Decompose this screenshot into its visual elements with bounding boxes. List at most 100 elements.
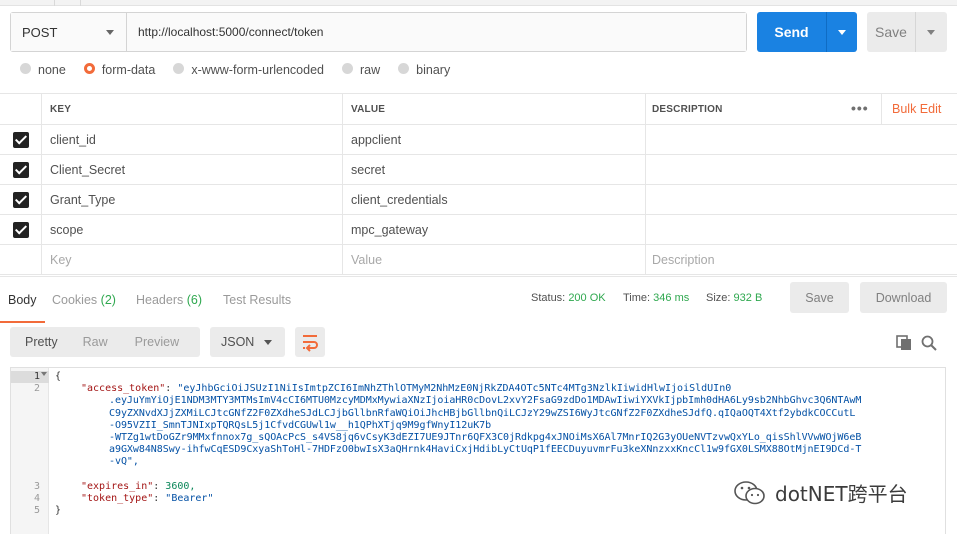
token-continuation: -WTZg1wtDoGZr9MMxfnnox7g_sQOAcPcS_s4VS8j…	[109, 431, 862, 443]
wrap-lines-icon	[303, 335, 318, 352]
value-input[interactable]: client_credentials	[343, 185, 646, 214]
status-value: 200 OK	[568, 292, 606, 304]
key-input[interactable]: Client_Secret	[42, 155, 343, 184]
radio-dot	[83, 62, 95, 74]
watermark: dotNET跨平台	[733, 478, 908, 507]
tab-headers[interactable]: Headers (6)	[136, 293, 202, 307]
size-label: Size:	[706, 292, 731, 304]
search-icon[interactable]	[921, 335, 937, 351]
method-select[interactable]: POST	[11, 13, 127, 51]
send-options-dropdown[interactable]	[826, 12, 857, 52]
table-header: KEY VALUE DESCRIPTION ••• Bulk Edit	[0, 94, 957, 125]
new-value-input[interactable]: Value	[343, 245, 646, 274]
response-body-editor[interactable]: 1 2 3 4 5 { "access_token": "eyJhbGciOiJ…	[10, 367, 946, 534]
radio-form-data[interactable]: form-data	[83, 62, 156, 77]
value-input[interactable]: secret	[343, 155, 646, 184]
table-row: Client_Secret secret	[0, 155, 957, 185]
key-input[interactable]: scope	[42, 215, 343, 244]
header-value: VALUE	[343, 94, 646, 124]
status-readout: Status: 200 OK	[531, 292, 606, 304]
row-checkbox-cell	[0, 245, 42, 274]
row-checkbox-cell	[0, 125, 42, 154]
code-line: "expires_in": 3600,	[81, 481, 196, 492]
checkbox[interactable]	[12, 131, 29, 148]
more-options-icon[interactable]: •••	[851, 100, 869, 116]
line-number: 2	[33, 383, 40, 394]
checkbox[interactable]	[12, 161, 29, 178]
tab-cookies[interactable]: Cookies (2)	[52, 293, 116, 307]
checkbox[interactable]	[12, 221, 29, 238]
radio-dot	[173, 62, 185, 74]
radio-label: none	[38, 63, 66, 77]
save-options-dropdown[interactable]	[915, 12, 947, 52]
radio-raw[interactable]: raw	[342, 62, 380, 77]
view-pretty[interactable]: Pretty	[25, 335, 58, 349]
headers-count: (6)	[186, 293, 203, 307]
status-label: Status:	[531, 292, 566, 304]
description-input[interactable]	[646, 215, 957, 244]
description-input[interactable]	[646, 125, 957, 154]
fold-arrow-icon[interactable]	[41, 372, 47, 376]
wrap-lines-button[interactable]	[295, 327, 325, 357]
token-continuation: .eyJuYmYiOjE1NDM3MTY3MTMsImV4cCI6MTU0Mzc…	[109, 395, 862, 406]
new-key-input[interactable]: Key	[42, 245, 343, 274]
header-description-cell: DESCRIPTION ••• Bulk Edit	[646, 94, 957, 124]
header-description: DESCRIPTION	[652, 103, 723, 115]
chevron-down-icon	[264, 340, 272, 345]
wechat-icon	[734, 480, 765, 504]
radio-label: x-www-form-urlencoded	[191, 63, 324, 77]
key-input[interactable]: client_id	[42, 125, 343, 154]
size-value: 932 B	[733, 292, 763, 304]
line-number: 3	[33, 481, 40, 492]
send-label: Send	[774, 24, 809, 40]
token-continuation: a9GXw84N8Swy-ihfwCqESD9CxyaShToHl-7HDFzO…	[109, 443, 862, 455]
token-continuation: C9yZXNvdXJjZXMiLCJtcGNfZ2F0ZXdheSJdLCJjb…	[109, 407, 856, 419]
tab-headers-label: Headers	[136, 293, 184, 307]
description-input[interactable]	[646, 155, 957, 184]
size-readout: Size: 932 B	[706, 292, 762, 304]
table-row-new: Key Value Description	[0, 245, 957, 275]
tab-strip	[0, 0, 957, 6]
tab-test-results[interactable]: Test Results	[223, 293, 291, 307]
new-description-input[interactable]: Description	[646, 245, 957, 274]
table-row: Grant_Type client_credentials	[0, 185, 957, 215]
bulk-edit-link[interactable]: Bulk Edit	[892, 102, 941, 116]
token-continuation: -vQ",	[109, 455, 139, 467]
view-raw[interactable]: Raw	[83, 335, 108, 349]
watermark-text: dotNET跨平台	[775, 482, 908, 506]
url-input[interactable]: http://localhost:5000/connect/token	[127, 13, 746, 51]
active-tab-underline	[0, 321, 45, 323]
value-input[interactable]: mpc_gateway	[343, 215, 646, 244]
code-line: }	[55, 505, 62, 516]
token-continuation: -O95VZII_SmnTJNIxpTQRQsL5j1CfvdCGUwl1w__…	[109, 419, 492, 431]
format-select[interactable]: JSON	[210, 327, 285, 357]
row-checkbox-cell	[0, 215, 42, 244]
view-preview[interactable]: Preview	[135, 335, 179, 349]
tab-body[interactable]: Body	[8, 293, 37, 307]
value-input[interactable]: appclient	[343, 125, 646, 154]
key-input[interactable]: Grant_Type	[42, 185, 343, 214]
request-bar: POST http://localhost:5000/connect/token	[10, 12, 747, 52]
checkbox[interactable]	[12, 191, 29, 208]
time-readout: Time: 346 ms	[623, 292, 689, 304]
copy-icon[interactable]	[896, 335, 912, 351]
radio-label: form-data	[101, 63, 156, 77]
json-number: 3600,	[165, 481, 196, 492]
view-mode-toggle: Pretty Raw Preview	[10, 327, 200, 357]
radio-x-www-form-urlencoded[interactable]: x-www-form-urlencoded	[173, 62, 324, 77]
body-type-radios: none form-data x-www-form-urlencoded raw…	[20, 60, 468, 80]
json-key: "expires_in"	[81, 481, 154, 492]
radio-binary[interactable]: binary	[398, 62, 450, 77]
json-string: "eyJhbGciOiJSUzI1NiIsImtpZCI6ImNhZThlOTM…	[177, 383, 732, 394]
format-label: JSON	[221, 335, 255, 349]
table-row: scope mpc_gateway	[0, 215, 957, 245]
save-response-button[interactable]: Save	[790, 282, 849, 313]
header-check-cell	[0, 94, 42, 124]
description-input[interactable]	[646, 185, 957, 214]
radio-none[interactable]: none	[20, 62, 66, 77]
send-button[interactable]: Send	[757, 12, 857, 52]
download-button[interactable]: Download	[860, 282, 947, 313]
save-request-button[interactable]: Save	[867, 12, 947, 52]
header-divider	[881, 94, 882, 124]
radio-dot	[398, 62, 410, 74]
